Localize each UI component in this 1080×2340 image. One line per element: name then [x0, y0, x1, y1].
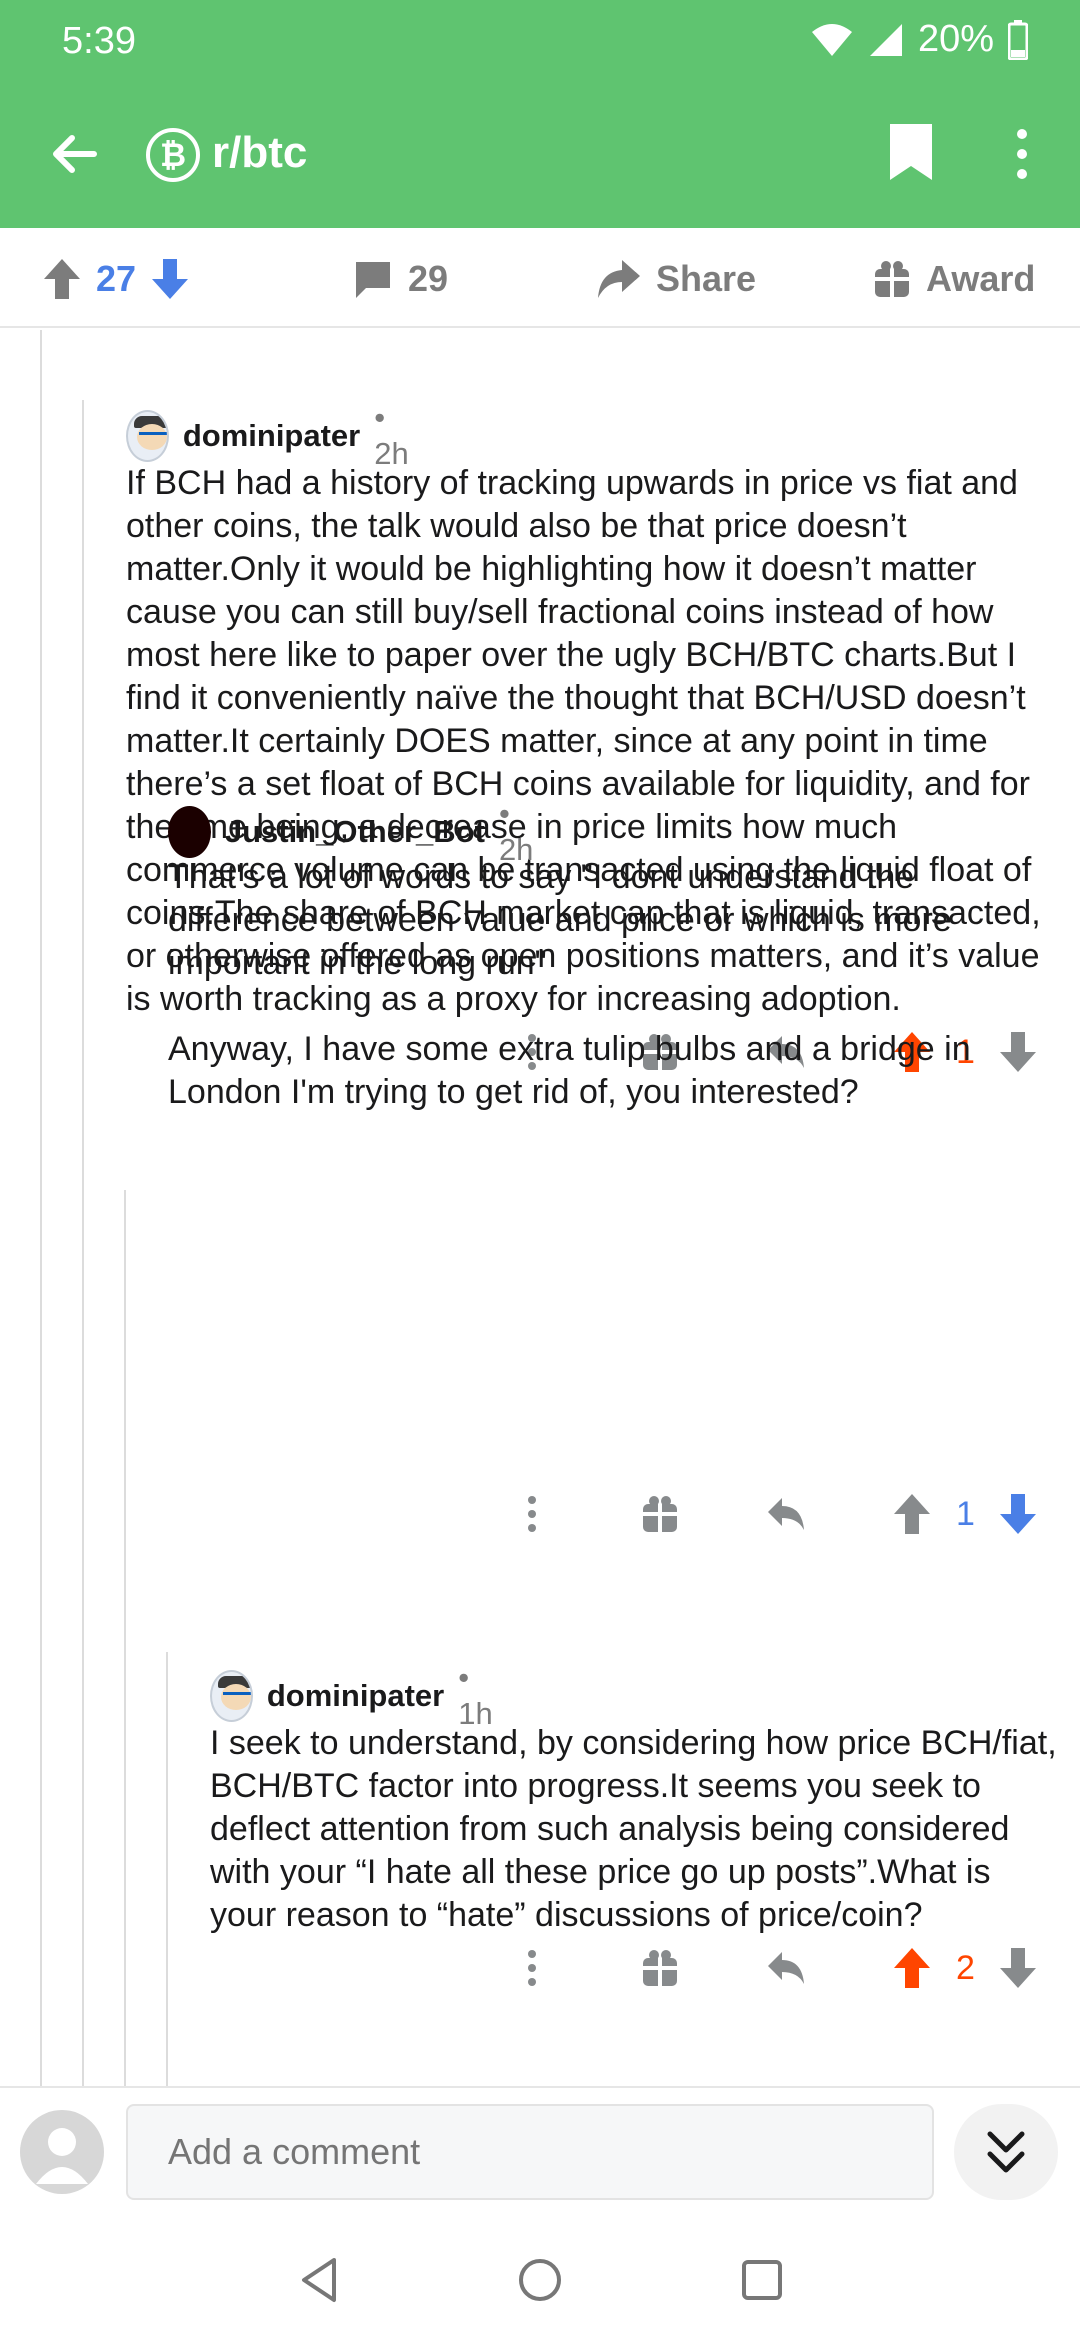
comment-author[interactable]: Justin_Other_Bot [225, 814, 485, 850]
reply-icon[interactable] [764, 1946, 808, 1990]
nav-back-icon[interactable] [294, 2254, 346, 2306]
comments-button[interactable]: 29 [352, 252, 448, 306]
subreddit-name[interactable]: r/btc [212, 128, 307, 178]
downvote-icon[interactable] [150, 257, 190, 301]
post-action-bar: 27 29 Share Award [0, 228, 1080, 328]
add-comment-input[interactable] [126, 2104, 934, 2200]
share-label: Share [656, 258, 757, 299]
thread-line [124, 1190, 126, 2086]
gift-icon[interactable] [638, 1946, 682, 1990]
comment-score: 2 [956, 1949, 975, 1987]
comment-author[interactable]: dominipater [183, 418, 360, 454]
system-nav-bar [0, 2216, 1080, 2340]
award-label: Award [926, 258, 1036, 299]
collapse-button[interactable] [954, 2104, 1058, 2200]
battery-icon [1008, 19, 1028, 60]
comment-score: 1 [956, 1495, 975, 1533]
downvote-icon[interactable] [996, 1946, 1040, 1990]
post-vote-count: 27 [96, 258, 137, 299]
thread-line [166, 1652, 168, 2086]
cell-signal-icon [869, 23, 902, 56]
comment-composer [0, 2086, 1080, 2216]
wifi-icon [811, 23, 852, 56]
reply-icon[interactable] [786, 330, 820, 332]
collapse-icon [987, 2131, 1025, 2173]
avatar[interactable] [168, 806, 211, 858]
comment-count: 29 [408, 258, 449, 299]
nav-recents-icon[interactable] [736, 2254, 788, 2306]
user-avatar[interactable] [20, 2110, 104, 2194]
award-button[interactable]: Award [872, 252, 1035, 306]
avatar[interactable] [126, 410, 169, 462]
bookmark-icon[interactable] [884, 122, 938, 182]
downvote-icon[interactable] [996, 1492, 1040, 1536]
upvote-icon[interactable] [890, 1492, 934, 1536]
status-time: 5:39 [62, 20, 136, 62]
comment-actions: 2 [500, 1940, 1060, 1996]
partial-comment-actions [520, 330, 820, 332]
comment-icon [356, 262, 390, 298]
gift-icon[interactable] [642, 330, 676, 332]
post-vote-group: 27 [42, 252, 190, 306]
nav-home-icon[interactable] [514, 2254, 566, 2306]
more-vertical-icon[interactable] [510, 1492, 554, 1536]
thread-line [82, 400, 84, 2086]
more-vertical-icon[interactable] [520, 330, 532, 332]
avatar[interactable] [210, 1670, 253, 1722]
status-bar: 5:39 20% [0, 0, 1080, 80]
bitcoin-icon[interactable]: ₿ [146, 128, 200, 182]
comment-author[interactable]: dominipater [267, 1678, 444, 1714]
comment-actions: 1 [500, 1486, 1060, 1542]
share-icon [598, 260, 640, 298]
share-button[interactable]: Share [596, 252, 756, 306]
user-icon [36, 2128, 88, 2184]
back-arrow-icon[interactable] [44, 124, 104, 184]
app-header: 5:39 20% ₿ r/btc [0, 0, 1080, 228]
app-bar: ₿ r/btc [0, 100, 1080, 210]
comment-paragraph: That's a lot of words to say "I dont und… [168, 858, 952, 982]
more-vertical-icon[interactable] [1000, 124, 1044, 184]
upvote-icon[interactable] [42, 257, 82, 301]
battery-percent: 20% [917, 18, 994, 60]
comment-thread: dominipater • 2h If BCH had a history of… [0, 330, 1080, 2086]
reply-icon[interactable] [764, 1492, 808, 1536]
comment-body: That's a lot of words to say "I dont und… [168, 856, 1062, 1114]
gift-icon [875, 261, 909, 297]
comment-paragraph: I seek to understand, by considering how… [210, 1724, 1057, 1934]
status-icons: 20% [810, 18, 1028, 61]
comment-paragraph: Anyway, I have some extra tulip bulbs an… [168, 1030, 971, 1111]
comment-body: I seek to understand, by considering how… [210, 1722, 1062, 1937]
upvote-icon[interactable] [890, 1946, 934, 1990]
thread-line [40, 330, 42, 2086]
more-vertical-icon[interactable] [510, 1946, 554, 1990]
gift-icon[interactable] [638, 1492, 682, 1536]
